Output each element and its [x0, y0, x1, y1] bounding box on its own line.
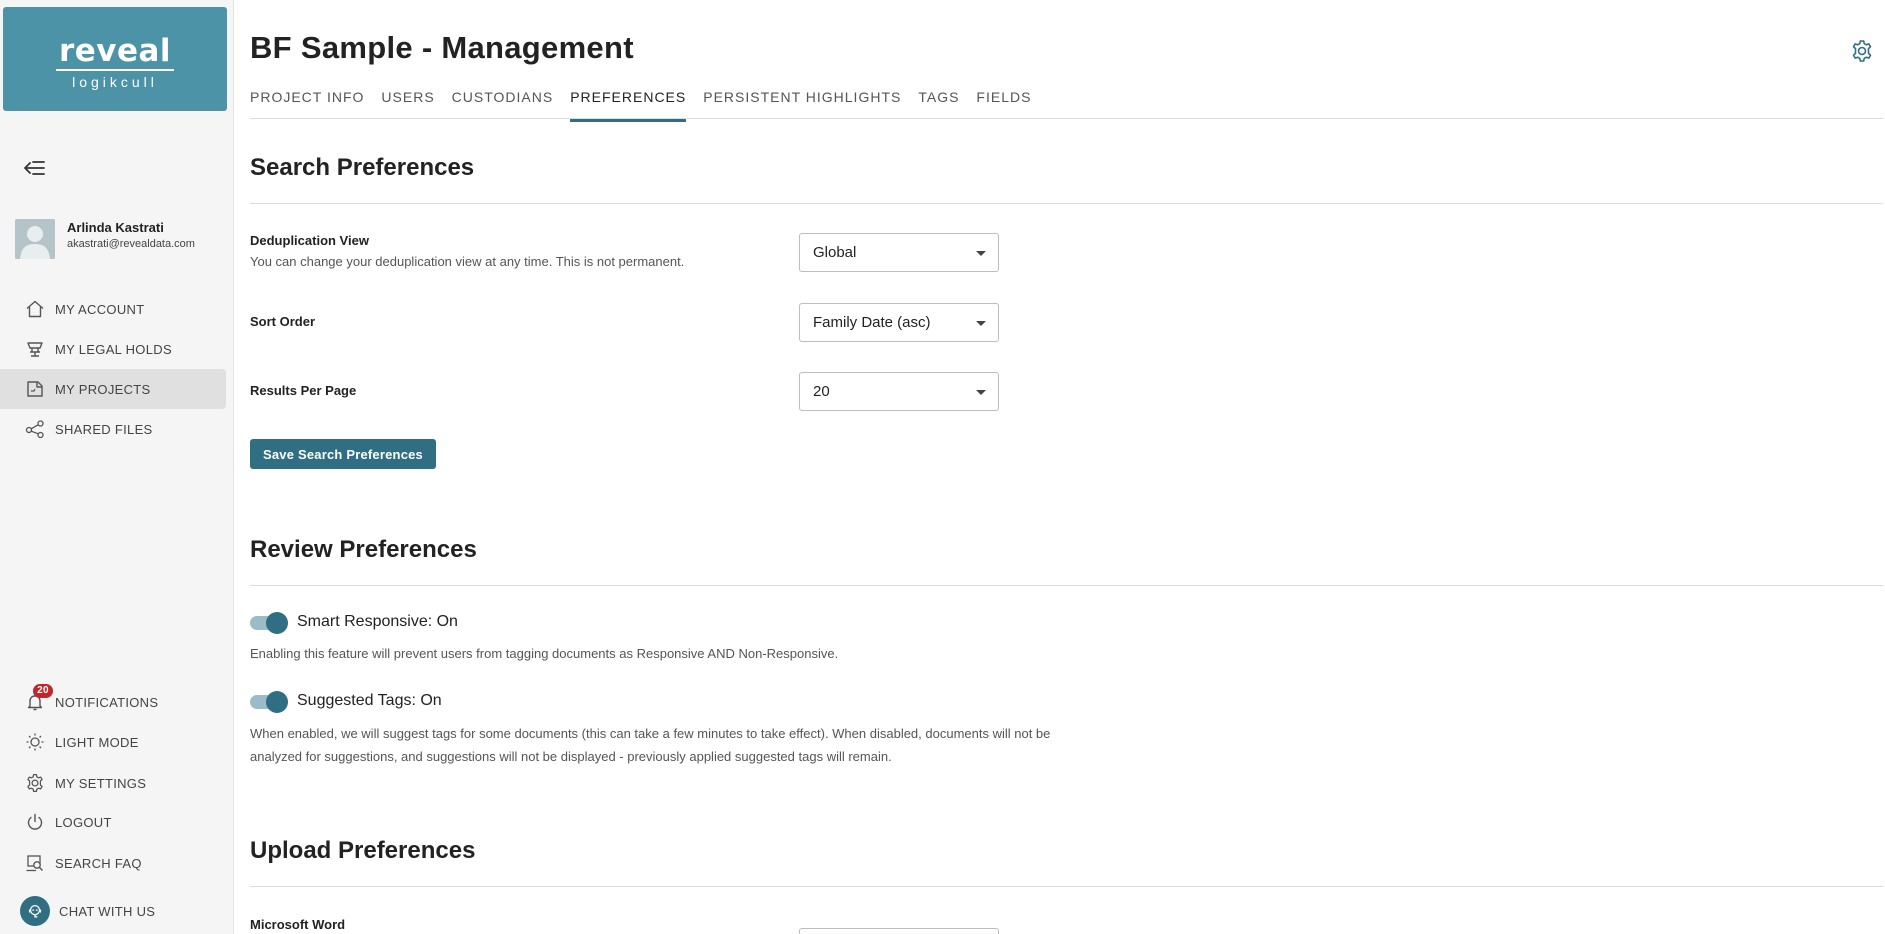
toggle-knob [266, 612, 288, 634]
sidebar-item-label: LIGHT MODE [55, 734, 139, 750]
tab-preferences[interactable]: PREFERENCES [570, 88, 687, 122]
faq-icon [24, 852, 46, 874]
bell-icon: 20 [24, 684, 53, 713]
tab-project-info[interactable]: PROJECT INFO [250, 88, 364, 122]
sidebar-item-label: CHAT WITH US [59, 903, 156, 919]
avatar [15, 219, 55, 259]
sidebar-item-shared-files[interactable]: SHARED FILES [0, 409, 226, 449]
sidebar-item-label: MY SETTINGS [55, 775, 147, 791]
sidebar-item-label: NOTIFICATIONS [55, 694, 159, 710]
notification-badge: 20 [33, 684, 53, 698]
microsoft-word-select[interactable] [799, 928, 999, 934]
sort-order-value: Family Date (asc) [813, 314, 931, 331]
upload-preferences-title: Upload Preferences [250, 837, 476, 864]
tab-fields[interactable]: FIELDS [976, 88, 1031, 122]
results-per-page-value: 20 [813, 383, 830, 400]
chevron-down-icon [976, 390, 986, 395]
sidebar: reveal logikcull Arlinda Kastrati akastr… [0, 0, 234, 934]
sidebar-item-light-mode[interactable]: LIGHT MODE [0, 722, 226, 762]
microsoft-word-label: Microsoft Word [250, 917, 346, 932]
collapse-sidebar-icon[interactable] [22, 156, 48, 180]
management-tabs: PROJECT INFO USERS CUSTODIANS PREFERENCE… [250, 88, 1048, 122]
tab-users[interactable]: USERS [381, 88, 434, 122]
sidebar-item-search-faq[interactable]: SEARCH FAQ [0, 843, 226, 883]
user-name: Arlinda Kastrati [67, 220, 164, 235]
review-preferences-title: Review Preferences [250, 536, 477, 563]
page-title: BF Sample - Management [250, 30, 634, 65]
sidebar-item-my-account[interactable]: MY ACCOUNT [0, 289, 226, 329]
tab-custodians[interactable]: CUSTODIANS [452, 88, 554, 122]
main-content: BF Sample - Management PROJECT INFO USER… [250, 0, 1885, 934]
gear-icon [24, 772, 46, 794]
sidebar-item-my-settings[interactable]: MY SETTINGS [0, 763, 226, 803]
smart-responsive-description: Enabling this feature will prevent users… [250, 646, 839, 661]
sidebar-item-label: LOGOUT [55, 814, 112, 830]
deduplication-view-label: Deduplication View [250, 233, 369, 248]
legal-hold-icon [24, 338, 46, 360]
toggle-knob [266, 691, 288, 713]
tabs-divider [250, 118, 1883, 119]
smart-responsive-label: Smart Responsive: On [297, 613, 458, 630]
deduplication-view-value: Global [813, 244, 857, 261]
sidebar-item-chat-with-us[interactable]: CHAT WITH US [0, 891, 226, 931]
sort-order-label: Sort Order [250, 314, 316, 329]
chevron-down-icon [976, 251, 986, 256]
logo[interactable]: reveal logikcull [3, 7, 227, 111]
suggested-tags-toggle[interactable] [250, 691, 288, 713]
suggested-tags-description: When enabled, we will suggest tags for s… [250, 726, 1051, 764]
user-email: akastrati@revealdata.com [67, 238, 195, 250]
results-per-page-label: Results Per Page [250, 383, 357, 398]
sidebar-item-my-projects[interactable]: MY PROJECTS [0, 369, 226, 409]
save-search-preferences-button[interactable]: Save Search Preferences [250, 439, 436, 469]
sidebar-item-logout[interactable]: LOGOUT [0, 802, 226, 842]
share-icon [24, 418, 46, 440]
tab-persistent-highlights[interactable]: PERSISTENT HIGHLIGHTS [703, 88, 901, 122]
app-root: reveal logikcull Arlinda Kastrati akastr… [0, 0, 1885, 934]
chevron-down-icon [976, 321, 986, 326]
suggested-tags-label: Suggested Tags: On [297, 692, 442, 709]
section-divider [250, 203, 1883, 204]
home-icon [24, 298, 46, 320]
user-profile[interactable]: Arlinda Kastrati akastrati@revealdata.co… [15, 219, 225, 261]
power-icon [24, 811, 46, 833]
logo-subtitle: logikcull [72, 74, 158, 90]
sidebar-item-label: SEARCH FAQ [55, 855, 142, 871]
sidebar-item-label: MY PROJECTS [55, 381, 151, 397]
sidebar-item-notifications[interactable]: 20 NOTIFICATIONS [0, 682, 226, 722]
search-preferences-title: Search Preferences [250, 154, 475, 181]
sidebar-item-label: MY LEGAL HOLDS [55, 341, 172, 357]
section-divider [250, 585, 1883, 586]
sidebar-item-label: MY ACCOUNT [55, 301, 145, 317]
tab-tags[interactable]: TAGS [918, 88, 959, 122]
logo-brand: reveal [58, 33, 172, 69]
logo-divider [56, 69, 174, 71]
sidebar-item-my-legal-holds[interactable]: MY LEGAL HOLDS [0, 329, 226, 369]
sidebar-item-label: SHARED FILES [55, 421, 153, 437]
deduplication-view-help: You can change your deduplication view a… [250, 254, 685, 269]
sort-order-select[interactable]: Family Date (asc) [799, 303, 999, 342]
results-per-page-select[interactable]: 20 [799, 372, 999, 411]
smart-responsive-toggle[interactable] [250, 612, 288, 634]
project-settings-gear-icon[interactable] [1850, 39, 1874, 63]
deduplication-view-select[interactable]: Global [799, 233, 999, 272]
section-divider [250, 886, 1883, 887]
chat-icon [20, 896, 50, 926]
projects-icon [24, 378, 46, 400]
sun-icon [24, 731, 46, 753]
